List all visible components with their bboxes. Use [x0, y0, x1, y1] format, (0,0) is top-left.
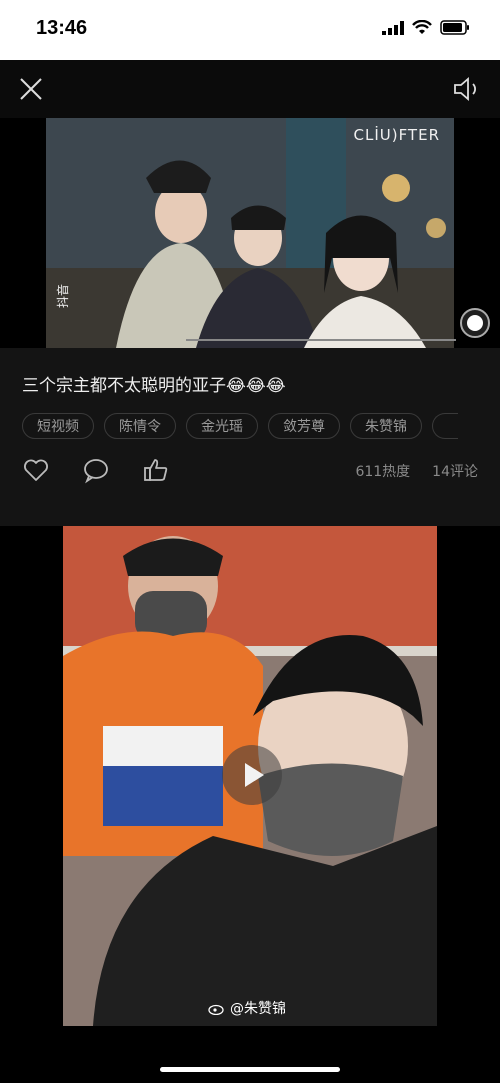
tag-zhu-zan-jin[interactable]: 朱赞锦 [350, 413, 422, 439]
video-player-1[interactable]: CLİU)FTER 抖音 [46, 118, 454, 348]
weibo-icon [208, 1004, 224, 1015]
heart-icon[interactable] [22, 456, 50, 484]
signal-icon [382, 20, 404, 35]
video-frame-1 [46, 118, 454, 348]
tag-overflow[interactable] [432, 413, 458, 439]
tag-list: 短视频 陈情令 金光瑶 敛芳尊 朱赞锦 [22, 413, 458, 439]
tag-jin-guang-yao[interactable]: 金光瑶 [186, 413, 258, 439]
battery-icon [440, 20, 469, 35]
comment-count[interactable]: 14评论 [432, 461, 478, 481]
play-icon[interactable] [222, 745, 282, 805]
video-credit: @朱赞锦 [208, 998, 286, 1018]
thumbs-up-icon[interactable] [142, 456, 170, 484]
tag-lian-fang-zun[interactable]: 敛芳尊 [268, 413, 340, 439]
video-credit-text: @朱赞锦 [230, 1001, 286, 1017]
record-icon[interactable] [460, 308, 490, 338]
heat-count: 611热度 [355, 464, 411, 480]
post-actions [22, 456, 170, 484]
tag-chen-qing-ling[interactable]: 陈情令 [104, 413, 176, 439]
post-caption: 三个宗主都不太聪明的亚子😂😂😂 [22, 376, 286, 396]
video-progress-bar[interactable] [186, 339, 456, 341]
close-icon[interactable] [18, 76, 44, 102]
tag-short-video[interactable]: 短视频 [22, 413, 94, 439]
speaker-icon[interactable] [452, 75, 482, 103]
home-indicator[interactable] [160, 1067, 340, 1072]
status-bar: 13:46 [0, 0, 500, 60]
post-stats: 611热度 14评论 [355, 461, 478, 481]
comment-icon[interactable] [82, 456, 110, 484]
status-time: 13:46 [36, 17, 88, 39]
wifi-icon [412, 20, 432, 34]
app-watermark: 抖音 [56, 283, 70, 308]
viewer-top-bar [0, 60, 500, 118]
video-watermark: CLİU)FTER [353, 126, 440, 144]
status-icons [382, 20, 470, 35]
